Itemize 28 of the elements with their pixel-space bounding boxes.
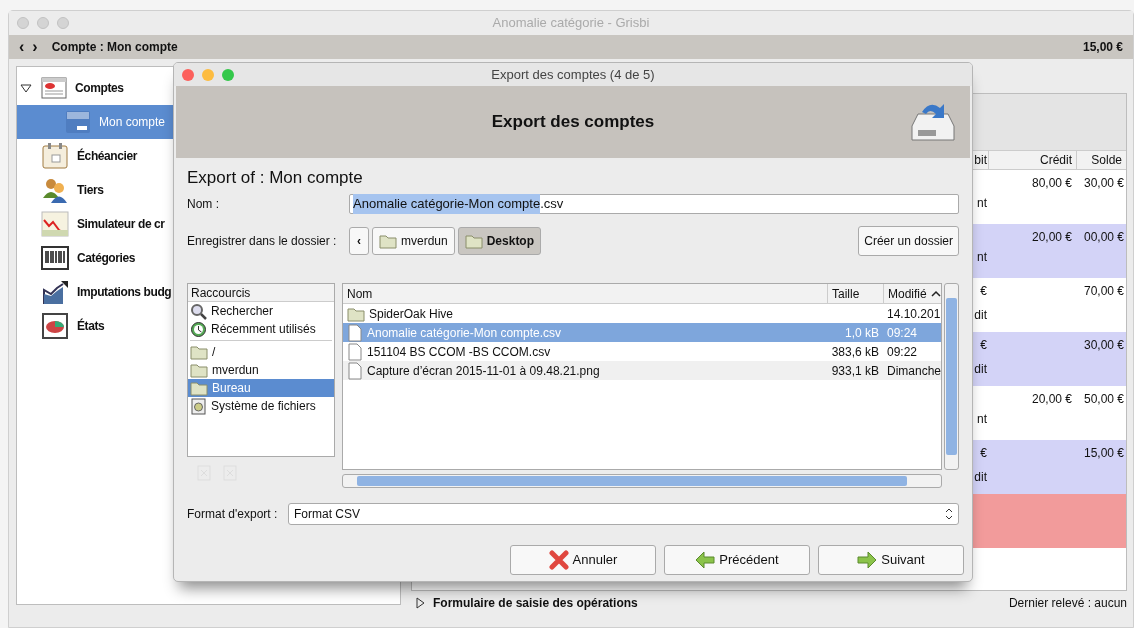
- table-cell-text: dit: [974, 307, 987, 324]
- table-cell-text: nt: [977, 249, 987, 266]
- header-title: Export des comptes: [491, 111, 655, 134]
- table-cell: 70,00 €: [1083, 284, 1124, 298]
- window-title: Anomalie catégorie - Grisbi: [491, 14, 651, 33]
- table-cell-text: €: [980, 445, 987, 462]
- table-cell-text: €: [980, 337, 987, 354]
- table-cell: 30,00 €: [1083, 176, 1124, 190]
- table-cell: 20,00 €: [1031, 230, 1072, 244]
- status-text: Dernier relevé : aucun: [1008, 595, 1127, 612]
- table-cell-text: €: [980, 283, 987, 300]
- table-cell-text: dit: [974, 469, 987, 486]
- dialog-heading: Export of : Mon compte: [187, 168, 364, 188]
- field-label: Format d'export :: [187, 506, 279, 523]
- table-cell: 50,00 €: [1083, 392, 1124, 406]
- table-cell-text: nt: [977, 411, 987, 428]
- field-label: Enregistrer dans le dossier :: [187, 233, 338, 250]
- account-balance: 15,00 €: [1082, 39, 1123, 56]
- table-cell: 15,00 €: [1083, 446, 1124, 460]
- field-label: Nom :: [187, 196, 220, 213]
- table-cell: 00,00 €: [1083, 230, 1124, 244]
- table-cell: 80,00 €: [1031, 176, 1072, 190]
- table-cell-text: nt: [977, 195, 987, 212]
- table-cell: 20,00 €: [1031, 392, 1072, 406]
- dialog-title: Export des comptes (4 de 5): [490, 65, 656, 84]
- account-title: Compte : Mon compte: [51, 39, 178, 56]
- table-cell: 30,00 €: [1083, 338, 1124, 352]
- table-cell-text: dit: [974, 361, 987, 378]
